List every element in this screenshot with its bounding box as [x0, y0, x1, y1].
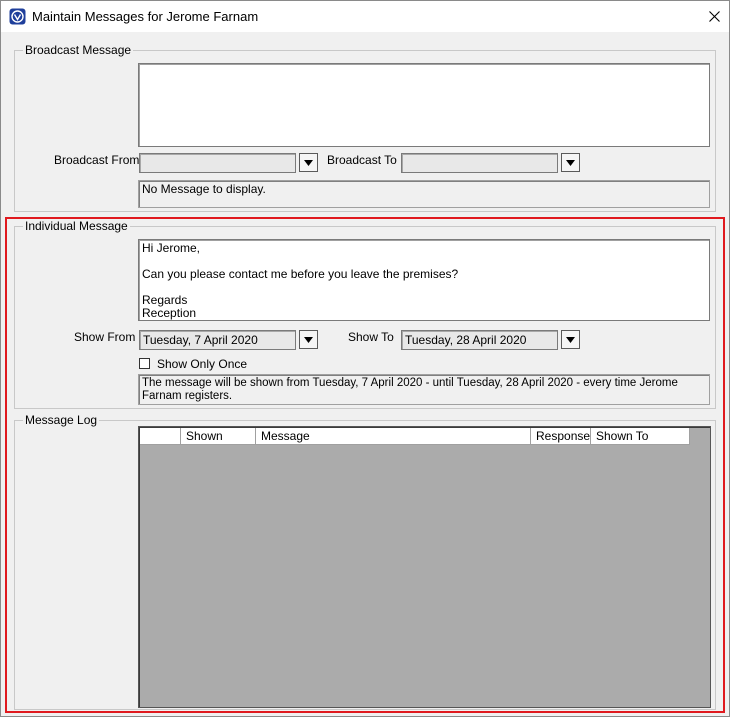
- show-from-label: Show From: [74, 330, 136, 344]
- show-from-dropdown-button[interactable]: [299, 330, 318, 349]
- message-log-grid[interactable]: Shown Message Response Shown To: [138, 426, 711, 708]
- individual-message-input[interactable]: Hi Jerome, Can you please contact me bef…: [138, 239, 710, 321]
- app-logo-icon: [9, 8, 26, 25]
- broadcast-from-combo[interactable]: [139, 153, 296, 173]
- window-title: Maintain Messages for Jerome Farnam: [32, 9, 259, 24]
- show-from-combo[interactable]: Tuesday, 7 April 2020: [139, 330, 296, 350]
- individual-group-label: Individual Message: [23, 219, 130, 233]
- chevron-down-icon: [566, 336, 575, 343]
- show-to-dropdown-button[interactable]: [561, 330, 580, 349]
- broadcast-info-text: No Message to display.: [138, 180, 710, 208]
- message-log-group-label: Message Log: [23, 413, 100, 427]
- grid-header-shown-to[interactable]: Shown To: [591, 428, 690, 445]
- show-only-once-label[interactable]: Show Only Once: [157, 357, 247, 371]
- chevron-down-icon: [304, 159, 313, 166]
- broadcast-from-label: Broadcast From: [54, 153, 140, 167]
- broadcast-message-input[interactable]: [138, 63, 710, 147]
- grid-header-row: Shown Message Response Shown To: [140, 428, 690, 445]
- dialog-window: Maintain Messages for Jerome Farnam Broa…: [0, 0, 730, 717]
- grid-header-message[interactable]: Message: [256, 428, 531, 445]
- close-icon: [708, 11, 720, 22]
- grid-header-response[interactable]: Response: [531, 428, 591, 445]
- broadcast-to-dropdown-button[interactable]: [561, 153, 580, 172]
- broadcast-to-label: Broadcast To: [327, 153, 397, 167]
- show-only-once-checkbox[interactable]: [139, 358, 150, 369]
- close-button[interactable]: [699, 1, 729, 32]
- grid-header-selector[interactable]: [140, 428, 181, 445]
- grid-header-shown[interactable]: Shown: [181, 428, 256, 445]
- broadcast-to-combo[interactable]: [401, 153, 558, 173]
- individual-info-text: The message will be shown from Tuesday, …: [138, 374, 710, 405]
- chevron-down-icon: [304, 336, 313, 343]
- broadcast-from-dropdown-button[interactable]: [299, 153, 318, 172]
- title-bar[interactable]: Maintain Messages for Jerome Farnam: [1, 1, 729, 32]
- show-to-combo[interactable]: Tuesday, 28 April 2020: [401, 330, 558, 350]
- broadcast-group-label: Broadcast Message: [23, 43, 134, 57]
- chevron-down-icon: [566, 159, 575, 166]
- show-to-label: Show To: [348, 330, 394, 344]
